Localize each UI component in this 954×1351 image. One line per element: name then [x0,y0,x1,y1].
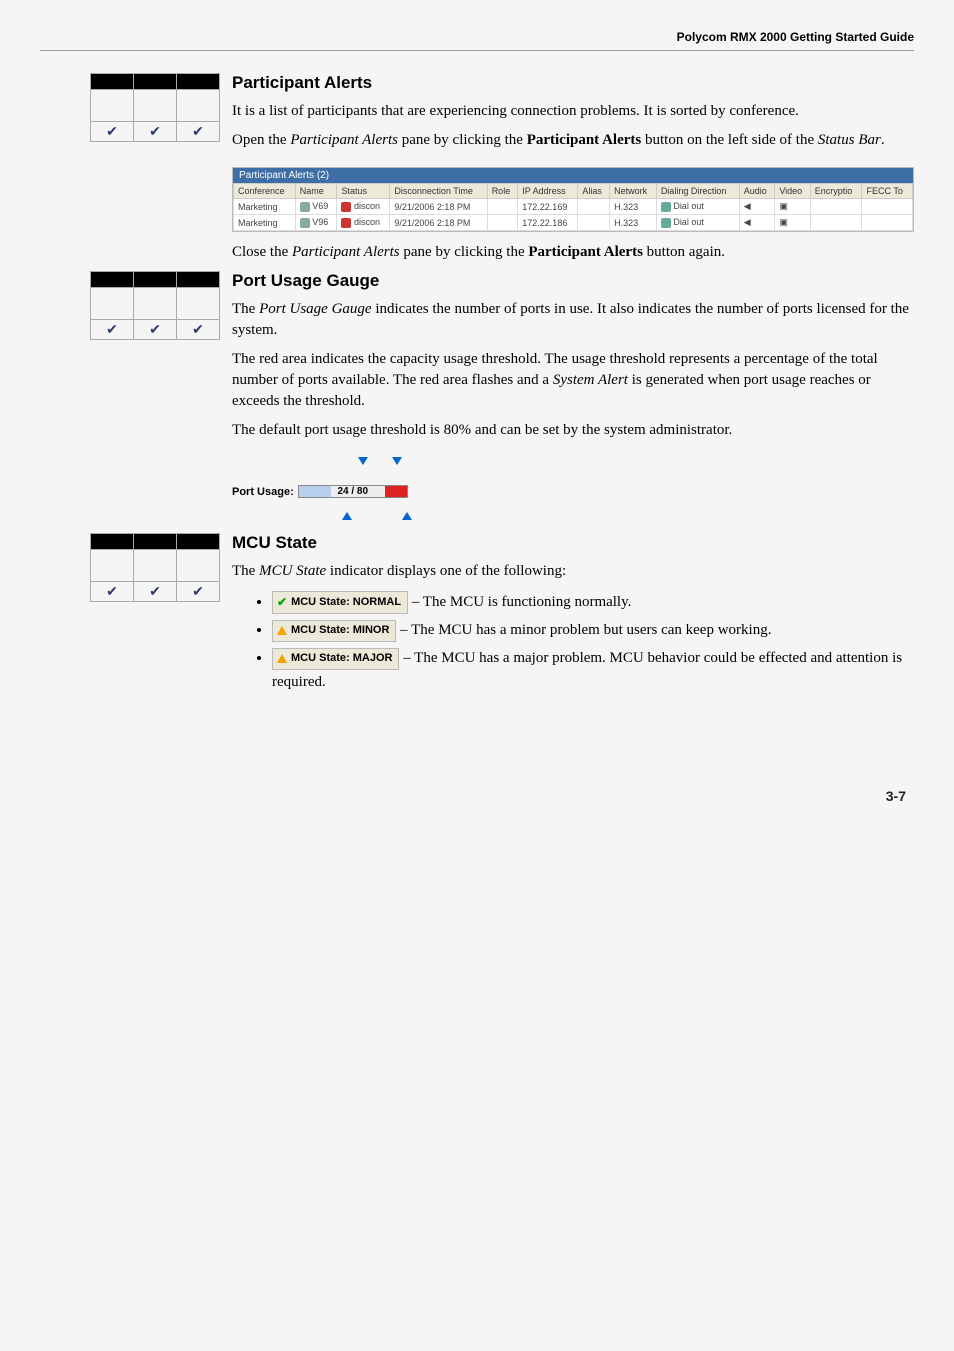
table-cell: 172.22.169 [518,199,578,215]
check-icon: ✔ [177,122,220,142]
check-icon: ✔ [91,320,134,340]
check-icon: ✔ [134,320,177,340]
pa-para-3: Close the Participant Alerts pane by cli… [232,242,914,263]
table-cell: discon [337,215,390,231]
page-content: ✔ ✔ ✔ Participant Alerts It is a list of… [40,73,914,698]
table-cell: 9/21/2006 2:18 PM [390,215,487,231]
pa-col-header: Encryptio [810,184,862,199]
table-cell: ▣ [775,215,810,231]
table-cell: H.323 [610,215,657,231]
participant-alerts-screenshot: Participant Alerts (2) ConferenceNameSta… [232,167,914,232]
table-cell [862,215,913,231]
mcu-intro: The MCU State indicator displays one of … [232,561,914,582]
pu-para-2: The red area indicates the capacity usag… [232,349,914,412]
table-cell: 9/21/2006 2:18 PM [390,199,487,215]
check-icon: ✔ [91,582,134,602]
table-cell [487,215,518,231]
pa-col-header: IP Address [518,184,578,199]
table-cell: Dial out [656,215,739,231]
page-number: 3-7 [40,788,914,804]
warning-icon [277,626,287,635]
check-icon: ✔ [177,320,220,340]
check-icon: ✔ [134,582,177,602]
table-row: Marketing V96 discon9/21/2006 2:18 PM 172… [234,215,913,231]
mcu-item-major: MCU State: MAJOR – The MCU has a major p… [272,646,914,694]
table-cell: ◀ [739,199,775,215]
check-icon: ✔ [177,582,220,602]
pa-ss-table: ConferenceNameStatusDisconnection TimeRo… [233,183,913,231]
table-cell: ▣ [775,199,810,215]
mcu-state-title: MCU State [232,533,914,553]
pa-col-header: Disconnection Time [390,184,487,199]
guide-title: Polycom RMX 2000 Getting Started Guide [677,30,914,44]
dial-icon [661,218,671,228]
table-cell [487,199,518,215]
section-port-usage: ✔ ✔ ✔ Port Usage Gauge The Port Usage Ga… [90,271,914,449]
pu-para-1: The Port Usage Gauge indicates the numbe… [232,299,914,341]
pa-col-header: Status [337,184,390,199]
pa-col-header: Video [775,184,810,199]
arrow-down-icon [392,457,402,465]
arrow-up-icon [342,512,352,520]
pa-col-header: Role [487,184,518,199]
dial-icon [661,202,671,212]
check-table-2: ✔ ✔ ✔ [90,271,220,340]
pa-col-header: FECC To [862,184,913,199]
table-cell: V96 [295,215,337,231]
check-icon: ✔ [91,122,134,142]
warning-icon [277,654,287,663]
pu-para-3: The default port usage threshold is 80% … [232,420,914,441]
table-cell [810,215,862,231]
table-cell: H.323 [610,199,657,215]
arrow-up-icon [402,512,412,520]
mcu-item-minor: MCU State: MINOR – The MCU has a minor p… [272,618,914,642]
status-icon [341,202,351,212]
check-table-1: ✔ ✔ ✔ [90,73,220,142]
pa-col-header: Alias [578,184,610,199]
check-icon: ✔ [277,593,287,612]
table-cell: Marketing [234,215,296,231]
table-cell [862,199,913,215]
port-usage-bar: 24 / 80 [298,485,408,498]
mcu-badge-major: MCU State: MAJOR [272,648,399,670]
table-cell: ◀ [739,215,775,231]
participant-icon [300,202,310,212]
mcu-item-normal: ✔MCU State: NORMAL – The MCU is function… [272,590,914,614]
status-icon [341,218,351,228]
page-header: Polycom RMX 2000 Getting Started Guide [40,30,914,51]
pa-para-2: Open the Participant Alerts pane by clic… [232,130,914,151]
table-cell: V69 [295,199,337,215]
table-cell: Dial out [656,199,739,215]
pa-col-header: Name [295,184,337,199]
table-cell: Marketing [234,199,296,215]
table-cell [578,199,610,215]
port-bar-text: 24 / 80 [299,486,407,497]
participant-alerts-title: Participant Alerts [232,73,914,93]
section-participant-alerts: ✔ ✔ ✔ Participant Alerts It is a list of… [90,73,914,159]
pa-col-header: Audio [739,184,775,199]
section-mcu-state: ✔ ✔ ✔ MCU State The MCU State indicator … [90,533,914,698]
mcu-list: ✔MCU State: NORMAL – The MCU is function… [272,590,914,694]
table-cell: 172.22.186 [518,215,578,231]
table-row: Marketing V69 discon9/21/2006 2:18 PM 172… [234,199,913,215]
arrow-down-icon [358,457,368,465]
check-icon: ✔ [134,122,177,142]
port-usage-title: Port Usage Gauge [232,271,914,291]
check-table-3: ✔ ✔ ✔ [90,533,220,602]
table-cell [810,199,862,215]
pa-col-header: Network [610,184,657,199]
pa-ss-titlebar: Participant Alerts (2) [233,168,913,183]
pa-col-header: Dialing Direction [656,184,739,199]
pa-col-header: Conference [234,184,296,199]
pa-para-1: It is a list of participants that are ex… [232,101,914,122]
mcu-badge-normal: ✔MCU State: NORMAL [272,591,408,614]
participant-icon [300,218,310,228]
port-gauge-figure: Port Usage: 24 / 80 [232,457,408,520]
table-cell [578,215,610,231]
port-usage-label: Port Usage: [232,486,294,498]
mcu-badge-minor: MCU State: MINOR [272,620,396,642]
table-cell: discon [337,199,390,215]
